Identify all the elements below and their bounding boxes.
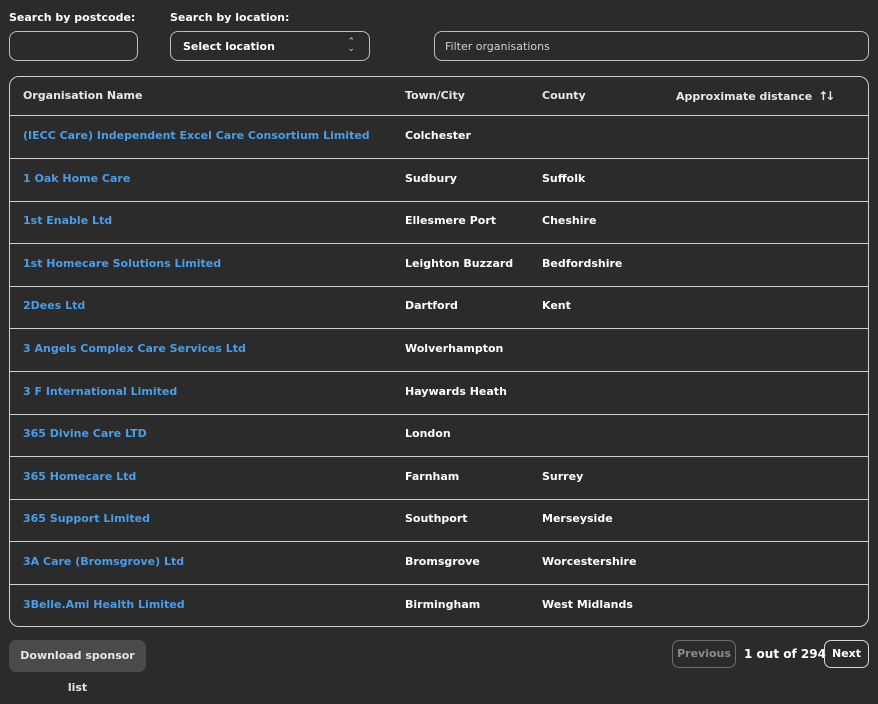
town-cell: Wolverhampton [405, 342, 504, 355]
postcode-label: Search by postcode: [9, 11, 136, 24]
table-row: 3A Care (Bromsgrove) Ltd Bromsgrove Worc… [10, 542, 868, 585]
org-link[interactable]: (IECC Care) Independent Excel Care Conso… [23, 129, 370, 142]
table-row: 1st Enable Ltd Ellesmere Port Cheshire [10, 201, 868, 245]
town-cell: Ellesmere Port [405, 214, 497, 228]
org-link[interactable]: 1 Oak Home Care [23, 172, 130, 185]
table-row: 365 Divine Care LTD London [10, 414, 868, 458]
town-cell: Southport [405, 512, 468, 526]
org-link[interactable]: 365 Divine Care LTD [23, 427, 147, 440]
town-cell: Colchester [405, 129, 471, 142]
org-link[interactable]: 365 Homecare Ltd [23, 470, 136, 483]
download-sponsor-list-button[interactable]: Download sponsor list [9, 640, 146, 694]
county-cell: Surrey [542, 469, 584, 483]
header-town-city: Town/City [405, 89, 465, 102]
filter-organisations-field[interactable] [434, 31, 869, 61]
chevron-up-down-icon: ⌃ ⌄ [347, 37, 355, 54]
table-row: (IECC Care) Independent Excel Care Conso… [10, 116, 868, 159]
town-cell: Farnham [405, 469, 460, 483]
sponsor-table: Organisation Name Town/City County Appro… [9, 76, 869, 627]
town-cell: London [405, 427, 451, 441]
table-row: 3 Angels Complex Care Services Ltd Wolve… [10, 329, 868, 372]
next-page-button[interactable]: Next [824, 640, 869, 668]
table-row: 3Belle.Ami Health Limited Birmingham Wes… [10, 585, 868, 626]
county-cell: Merseyside [542, 512, 613, 526]
header-approximate-distance[interactable]: Approximate distance ↑↓ [676, 89, 835, 103]
header-organisation-name: Organisation Name [23, 89, 143, 102]
county-cell: West Midlands [542, 597, 633, 611]
org-link[interactable]: 1st Enable Ltd [23, 214, 112, 227]
header-distance-label: Approximate distance [676, 90, 813, 103]
postcode-field[interactable] [9, 31, 138, 61]
town-cell: Sudbury [405, 171, 457, 185]
previous-page-button[interactable]: Previous [672, 640, 736, 668]
org-link[interactable]: 2Dees Ltd [23, 299, 85, 312]
location-select[interactable]: Select location ⌃ ⌄ [170, 31, 370, 61]
table-header: Organisation Name Town/City County Appro… [10, 77, 868, 116]
county-cell: Kent [542, 299, 571, 313]
county-cell: Cheshire [542, 214, 597, 228]
pagination-info: 1 out of 294 [744, 647, 826, 661]
header-county: County [542, 89, 586, 102]
table-row: 2Dees Ltd Dartford Kent [10, 286, 868, 330]
sort-arrows-icon[interactable]: ↑↓ [818, 89, 835, 103]
table-row: 1st Homecare Solutions Limited Leighton … [10, 244, 868, 287]
filter-organisations-input[interactable] [435, 32, 868, 60]
table-row: 365 Support Limited Southport Merseyside [10, 499, 868, 543]
town-cell: Haywards Heath [405, 384, 507, 398]
table-row: 3 F International Limited Haywards Heath [10, 372, 868, 415]
town-cell: Dartford [405, 299, 458, 313]
org-link[interactable]: 3Belle.Ami Health Limited [23, 598, 185, 611]
postcode-input[interactable] [10, 32, 137, 60]
county-cell: Bedfordshire [542, 256, 623, 270]
org-link[interactable]: 365 Support Limited [23, 512, 150, 525]
county-cell: Suffolk [542, 171, 586, 185]
location-select-value: Select location [183, 40, 275, 53]
table-row: 365 Homecare Ltd Farnham Surrey [10, 457, 868, 500]
town-cell: Leighton Buzzard [405, 256, 514, 270]
org-link[interactable]: 1st Homecare Solutions Limited [23, 257, 221, 270]
org-link[interactable]: 3 Angels Complex Care Services Ltd [23, 342, 246, 355]
town-cell: Bromsgrove [405, 555, 480, 568]
location-label: Search by location: [170, 11, 290, 24]
table-row: 1 Oak Home Care Sudbury Suffolk [10, 159, 868, 202]
town-cell: Birmingham [405, 597, 481, 611]
county-cell: Worcestershire [542, 555, 637, 568]
org-link[interactable]: 3A Care (Bromsgrove) Ltd [23, 555, 184, 568]
org-link[interactable]: 3 F International Limited [23, 385, 177, 398]
